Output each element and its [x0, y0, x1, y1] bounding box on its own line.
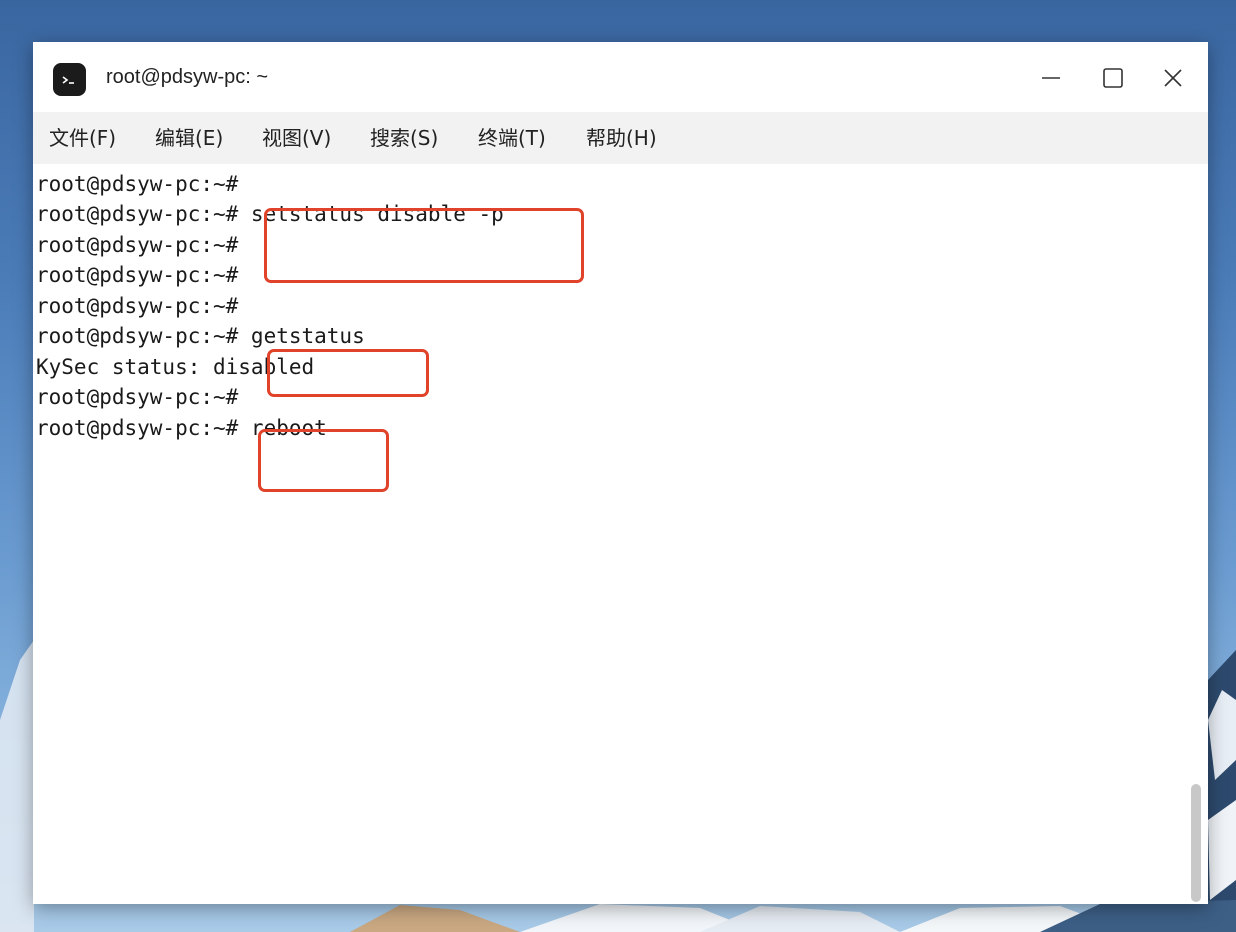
terminal-line: KySec status: disabled: [36, 355, 315, 379]
close-icon: [1164, 69, 1182, 87]
terminal-output[interactable]: root@pdsyw-pc:~# root@pdsyw-pc:~# setsta…: [33, 164, 1208, 904]
scrollbar-thumb[interactable]: [1191, 784, 1201, 902]
terminal-window: root@pdsyw-pc: ~ 文件(F) 编辑(E) 视图(V) 搜索(S)…: [33, 42, 1208, 904]
terminal-icon: [53, 63, 86, 96]
menu-edit[interactable]: 编辑(E): [155, 124, 223, 152]
maximize-button[interactable]: [1093, 60, 1133, 96]
title-bar[interactable]: root@pdsyw-pc: ~: [33, 42, 1208, 112]
terminal-line: root@pdsyw-pc:~#: [36, 172, 239, 196]
window-title: root@pdsyw-pc: ~: [106, 66, 269, 88]
terminal-line: root@pdsyw-pc:~#: [36, 233, 239, 257]
terminal-line: root@pdsyw-pc:~#: [36, 263, 239, 287]
maximize-icon: [1103, 68, 1123, 88]
terminal-line: root@pdsyw-pc:~# getstatus: [36, 324, 365, 348]
terminal-line: root@pdsyw-pc:~# reboot: [36, 416, 327, 440]
menu-view[interactable]: 视图(V): [262, 124, 331, 152]
menu-search[interactable]: 搜索(S): [370, 124, 438, 152]
menu-help[interactable]: 帮助(H): [586, 124, 657, 152]
menu-file[interactable]: 文件(F): [49, 124, 116, 152]
terminal-line: root@pdsyw-pc:~#: [36, 385, 239, 409]
menu-terminal[interactable]: 终端(T): [478, 124, 546, 152]
minimize-icon: [1042, 77, 1060, 79]
close-button[interactable]: [1153, 60, 1193, 96]
menu-bar: 文件(F) 编辑(E) 视图(V) 搜索(S) 终端(T) 帮助(H): [33, 112, 1208, 164]
terminal-line: root@pdsyw-pc:~#: [36, 294, 239, 318]
terminal-line: root@pdsyw-pc:~# setstatus disable -p: [36, 202, 504, 226]
minimize-button[interactable]: [1031, 60, 1071, 96]
